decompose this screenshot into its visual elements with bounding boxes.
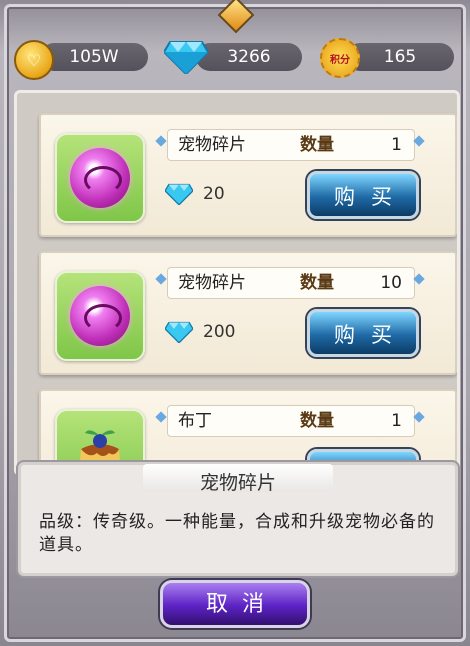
tooltip-title-plate: 宠物碎片 bbox=[143, 464, 333, 494]
item-list-panel[interactable]: 宠物碎片 数量 1 20 购买 宠物碎片 数量 10 200 购买 布丁 数量 … bbox=[14, 90, 460, 476]
cancel-button[interactable]: 取消 bbox=[160, 580, 310, 628]
price-value: 200 bbox=[203, 322, 236, 342]
diamond-icon bbox=[165, 183, 193, 205]
item-name: 宠物碎片 bbox=[178, 273, 246, 293]
buy-button[interactable]: 购买 bbox=[307, 171, 419, 219]
price-value: 20 bbox=[203, 184, 225, 204]
quantity-label: 数量 bbox=[300, 411, 334, 431]
diamond-icon bbox=[165, 321, 193, 343]
item-description-tooltip: 宠物碎片 品级：传奇级。一种能量，合成和升级宠物必备的道具。 bbox=[18, 462, 458, 576]
points-badge-icon: 积分 bbox=[320, 38, 360, 78]
quantity-value: 1 bbox=[391, 135, 402, 155]
pink-orb-icon bbox=[70, 286, 130, 346]
tooltip-description: 品级：传奇级。一种能量，合成和升级宠物必备的道具。 bbox=[39, 512, 435, 555]
shop-dialog-frame: 105W ♡ 3266 165 积分 宠物碎片 数量 1 20 购买 宠物碎片 … bbox=[0, 0, 470, 646]
item-info-bar: 宠物碎片 数量 10 bbox=[167, 267, 415, 299]
item-price: 20 bbox=[165, 183, 225, 205]
tooltip-title: 宠物碎片 bbox=[199, 472, 276, 494]
quantity-value: 10 bbox=[380, 273, 402, 293]
quantity-value: 1 bbox=[391, 411, 402, 431]
item-name: 布丁 bbox=[178, 411, 212, 431]
gold-coin-icon: ♡ bbox=[14, 40, 54, 80]
item-info-bar: 宠物碎片 数量 1 bbox=[167, 129, 415, 161]
buy-button[interactable]: 购买 bbox=[307, 309, 419, 357]
item-name: 宠物碎片 bbox=[178, 135, 246, 155]
item-icon-box bbox=[55, 271, 145, 361]
quantity-label: 数量 bbox=[300, 135, 334, 155]
gold-amount: 105W bbox=[40, 43, 148, 71]
list-item: 宠物碎片 数量 1 20 购买 bbox=[39, 113, 457, 237]
list-item: 宠物碎片 数量 10 200 购买 bbox=[39, 251, 457, 375]
diamond-icon bbox=[164, 40, 208, 74]
item-info-bar: 布丁 数量 1 bbox=[167, 405, 415, 437]
points-amount: 165 bbox=[346, 43, 454, 71]
pink-orb-icon bbox=[70, 148, 130, 208]
quantity-label: 数量 bbox=[300, 273, 334, 293]
item-icon-box bbox=[55, 133, 145, 223]
diamond-amount: 3266 bbox=[196, 43, 302, 71]
item-price: 200 bbox=[165, 321, 235, 343]
